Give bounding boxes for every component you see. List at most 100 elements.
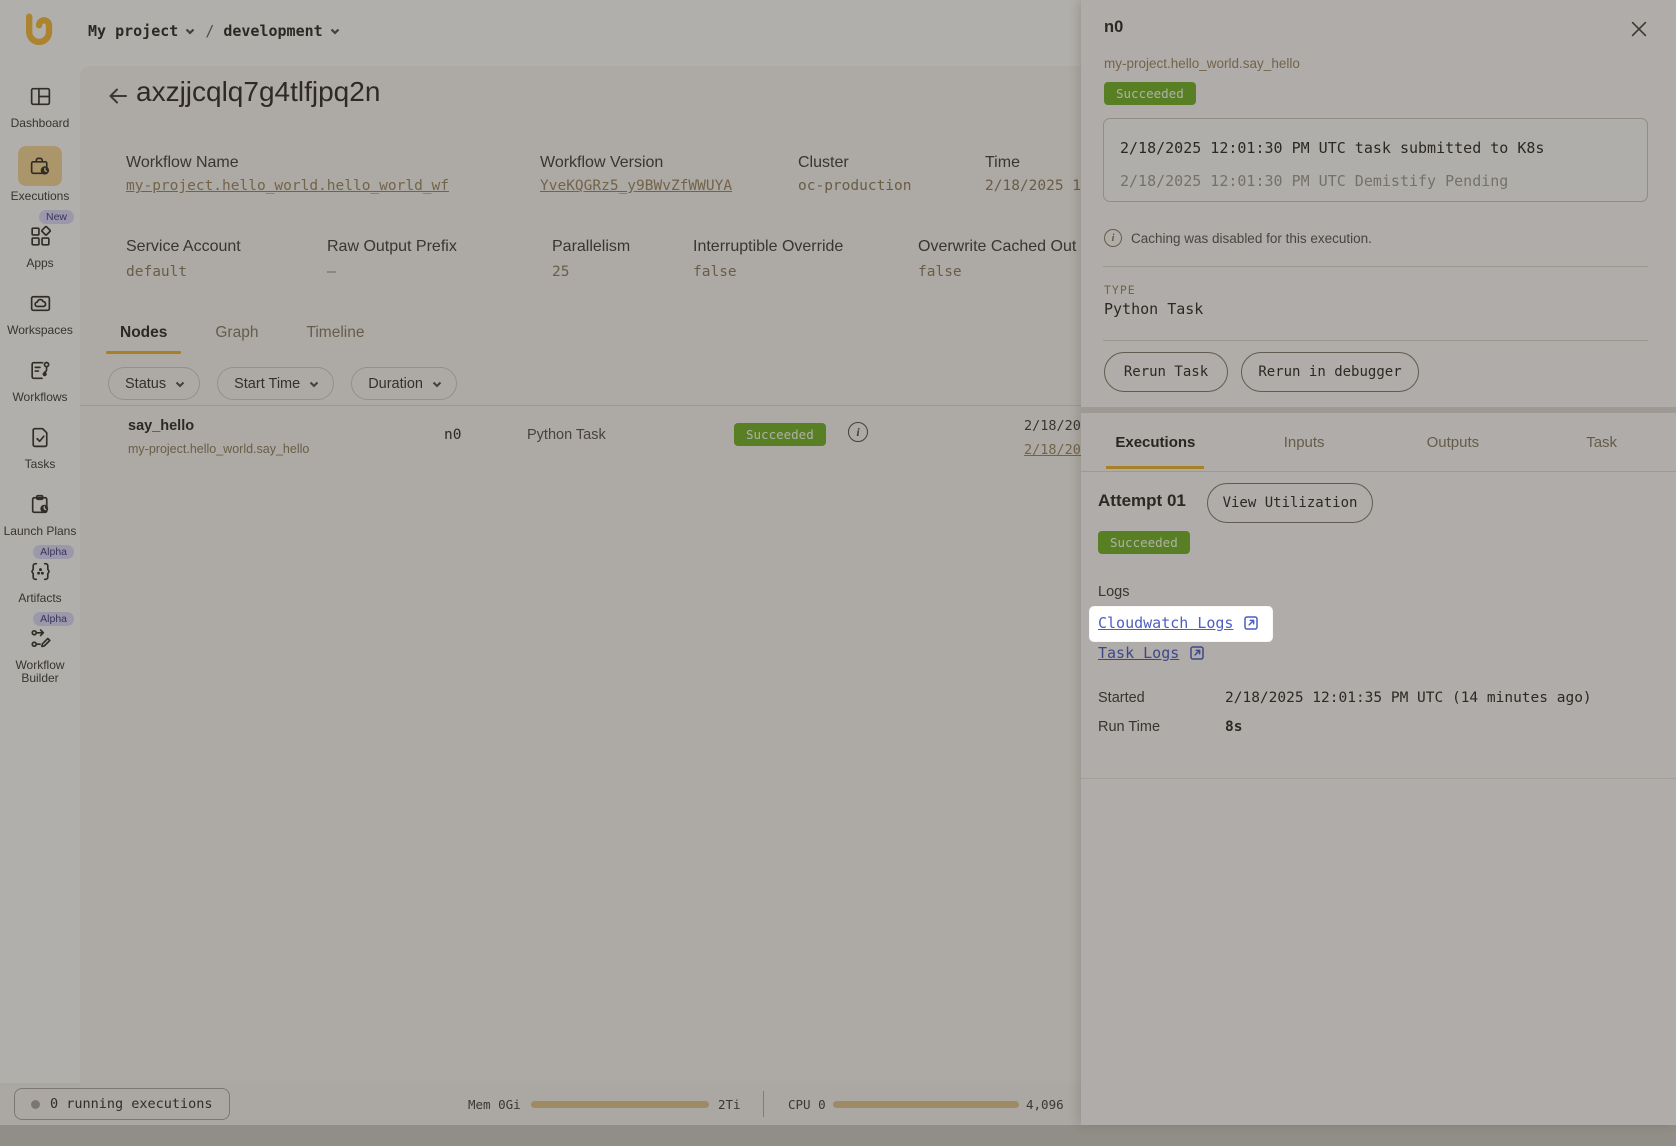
artifacts-icon — [18, 554, 62, 588]
sidebar-item-artifacts[interactable]: Alpha Artifacts — [0, 547, 80, 614]
alpha-badge: Alpha — [33, 612, 74, 626]
filter-status-label: Status — [125, 376, 166, 392]
info-icon: i — [1104, 229, 1122, 247]
rerun-task-button[interactable]: Rerun Task — [1104, 352, 1228, 392]
tab-outputs[interactable]: Outputs — [1379, 413, 1528, 471]
cloudwatch-logs-link[interactable]: Cloudwatch Logs — [1098, 614, 1260, 632]
breadcrumb-project[interactable]: My project — [88, 22, 196, 40]
launch-plans-icon — [18, 487, 62, 521]
chevron-down-icon — [174, 378, 186, 390]
node-date-link[interactable]: 2/18/202 — [1024, 442, 1081, 458]
mem-gauge-max: 2Ti — [718, 1097, 741, 1112]
started-label: Started — [1098, 690, 1145, 706]
logs-section-label: Logs — [1098, 584, 1129, 600]
sidebar-item-label: Artifacts — [18, 592, 61, 605]
info-icon[interactable]: i — [848, 422, 868, 442]
filter-start-time[interactable]: Start Time — [217, 367, 334, 400]
meta-label-workflow-name: Workflow Name — [126, 154, 239, 172]
filter-duration-label: Duration — [368, 376, 423, 392]
running-executions-pill[interactable]: 0 running executions — [14, 1088, 230, 1120]
tab-timeline[interactable]: Timeline — [292, 318, 378, 354]
tab-nodes[interactable]: Nodes — [106, 318, 181, 354]
rerun-in-debugger-button[interactable]: Rerun in debugger — [1241, 352, 1419, 392]
sidebar-item-executions[interactable]: Executions — [0, 139, 80, 212]
runtime-label: Run Time — [1098, 719, 1160, 735]
tab-task[interactable]: Task — [1527, 413, 1676, 471]
workflow-builder-icon — [18, 621, 62, 655]
status-badge-label: Succeeded — [734, 423, 826, 446]
started-value: 2/18/2025 12:01:35 PM UTC (14 minutes ag… — [1225, 690, 1592, 706]
sidebar-item-launch-plans[interactable]: Launch Plans — [0, 480, 80, 547]
sidebar-item-label: Executions — [11, 190, 70, 203]
task-logs-wrap: Task Logs — [1098, 644, 1206, 663]
task-logs-link[interactable]: Task Logs — [1098, 644, 1206, 662]
sidebar-item-workspaces[interactable]: Workspaces — [0, 279, 80, 346]
breadcrumb-environment[interactable]: development — [223, 22, 340, 40]
sidebar-item-label: Workflow Builder — [0, 659, 80, 685]
filter-duration[interactable]: Duration — [351, 367, 457, 400]
sidebar: Dashboard Executions New Apps Workspaces… — [0, 72, 80, 694]
workflow-version-link[interactable]: YveKQGRz5_y9BWvZfWWUYA — [540, 178, 732, 194]
sidebar-item-apps[interactable]: New Apps — [0, 212, 80, 279]
execution-title: axzjjcqlq7g4tlfjpq2n — [136, 76, 380, 108]
cluster-value: oc-production — [798, 178, 912, 194]
workflows-icon — [18, 353, 62, 387]
status-badge: Succeeded — [1104, 82, 1196, 105]
breadcrumb-project-label: My project — [88, 22, 178, 40]
event-log-line: 2/18/2025 12:01:30 PM UTC task submitted… — [1120, 132, 1631, 165]
close-icon[interactable] — [1628, 18, 1650, 40]
table-row-say-hello[interactable]: say_hello my-project.hello_world.say_hel… — [80, 406, 1081, 478]
back-button[interactable] — [106, 84, 134, 112]
filter-status[interactable]: Status — [108, 367, 200, 400]
sidebar-item-workflow-builder[interactable]: Alpha Workflow Builder — [0, 614, 80, 694]
filter-start-time-label: Start Time — [234, 376, 300, 392]
workflow-name-link[interactable]: my-project.hello_world.hello_world_wf — [126, 178, 449, 194]
status-badge-label: Succeeded — [1098, 531, 1190, 554]
workspaces-icon — [18, 286, 62, 320]
union-logo-icon[interactable] — [22, 13, 58, 51]
status-dot-icon — [31, 1100, 40, 1109]
sidebar-item-label: Dashboard — [11, 117, 70, 130]
interruptible-override-value: false — [693, 264, 737, 280]
overwrite-cached-value: false — [918, 264, 962, 280]
status-badge: Succeeded — [1098, 531, 1190, 554]
runtime-value: 8s — [1225, 719, 1242, 735]
node-id: n0 — [444, 427, 461, 443]
tab-executions[interactable]: Executions — [1081, 413, 1230, 471]
mem-gauge-label: Mem 0Gi — [468, 1097, 521, 1112]
breadcrumb: My project / development — [88, 22, 341, 40]
mem-gauge-bar — [531, 1101, 709, 1108]
meta-label-overwrite-cached: Overwrite Cached Out — [918, 238, 1076, 256]
external-link-icon — [1188, 644, 1206, 662]
meta-label-time: Time — [985, 154, 1020, 172]
meta-label-raw-output-prefix: Raw Output Prefix — [327, 238, 457, 256]
parallelism-value: 25 — [552, 264, 569, 280]
sidebar-item-workflows[interactable]: Workflows — [0, 346, 80, 413]
caching-note-text: Caching was disabled for this execution. — [1131, 231, 1372, 246]
divider — [1103, 340, 1648, 341]
caching-note: i Caching was disabled for this executio… — [1104, 229, 1372, 247]
meta-label-workflow-version: Workflow Version — [540, 154, 663, 172]
apps-icon — [18, 219, 62, 253]
event-log-box: 2/18/2025 12:01:30 PM UTC task submitted… — [1103, 118, 1648, 202]
tasks-icon — [18, 420, 62, 454]
tab-graph[interactable]: Graph — [201, 318, 272, 354]
tab-inputs[interactable]: Inputs — [1230, 413, 1379, 471]
new-badge: New — [39, 210, 74, 224]
node-type: Python Task — [527, 427, 606, 443]
status-badge: Succeeded — [734, 423, 826, 446]
divider — [1103, 266, 1648, 267]
task-logs-label: Task Logs — [1098, 644, 1179, 662]
view-tabs: Nodes Graph Timeline — [106, 318, 378, 354]
sidebar-item-dashboard[interactable]: Dashboard — [0, 72, 80, 139]
divider — [1081, 778, 1676, 779]
executions-icon — [18, 146, 62, 186]
breadcrumb-separator: / — [205, 22, 214, 40]
external-link-icon — [1242, 614, 1260, 632]
chevron-down-icon — [308, 378, 320, 390]
view-utilization-button[interactable]: View Utilization — [1207, 483, 1373, 523]
sidebar-item-label: Launch Plans — [4, 525, 77, 538]
attempt-title: Attempt 01 — [1098, 491, 1186, 511]
sidebar-item-tasks[interactable]: Tasks — [0, 413, 80, 480]
sidebar-item-label: Apps — [26, 257, 53, 270]
